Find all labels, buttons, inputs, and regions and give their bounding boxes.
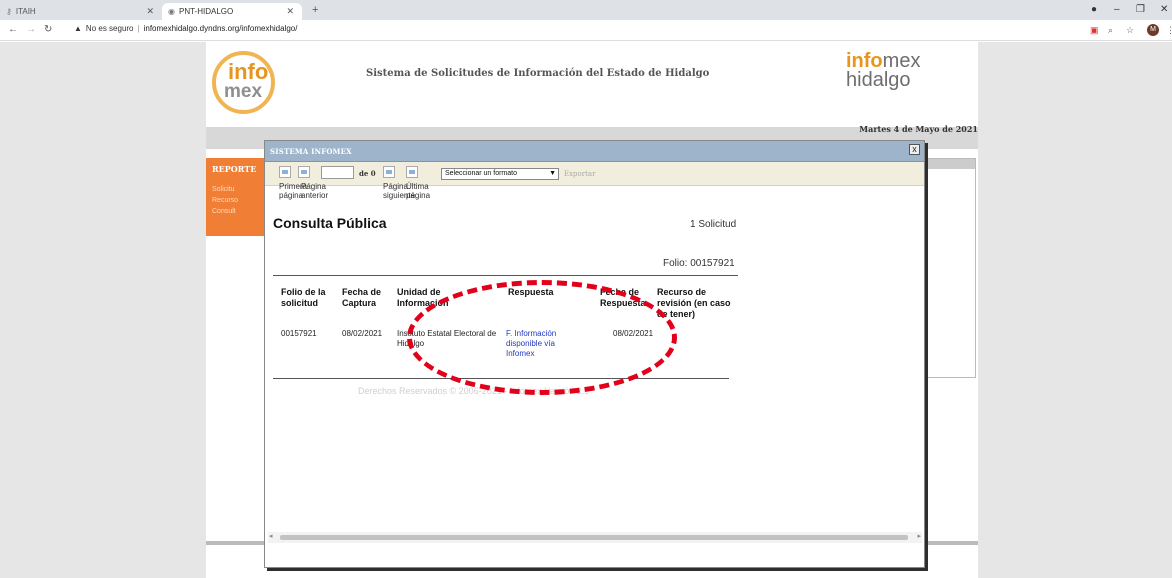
column-header-unidad: Unidad de Información xyxy=(397,287,449,308)
format-select[interactable]: Seleccionar un formato ▼ xyxy=(441,168,559,180)
warning-icon: ▲ xyxy=(74,24,82,33)
scrollbar-thumb[interactable] xyxy=(280,535,908,540)
report-folio: Folio: 00157921 xyxy=(663,258,735,269)
page-total-label: de 0 xyxy=(359,169,376,178)
first-page-icon[interactable] xyxy=(279,166,291,178)
horizontal-scrollbar[interactable]: ◂ ▸ xyxy=(268,532,922,543)
logo-text-info: info xyxy=(228,59,269,84)
close-window-icon[interactable]: ✕ xyxy=(1160,4,1168,15)
column-header-fecha-captura: Fecha de Captura xyxy=(342,287,382,308)
report-toolbar: de 0 Seleccionar un formato ▼ Exportar xyxy=(265,162,924,186)
infomex-hidalgo-logo: infomex hidalgo xyxy=(846,51,920,91)
scroll-left-icon[interactable]: ◂ xyxy=(269,532,273,540)
reload-icon[interactable]: ↻ xyxy=(44,24,52,35)
footer-divider xyxy=(273,378,729,379)
sidebar-header: REPORTE xyxy=(212,164,257,174)
report-title: Consulta Pública xyxy=(273,215,387,231)
zoom-icon[interactable]: ⌕ xyxy=(1108,25,1113,36)
logo-text-mex: mex xyxy=(224,81,263,102)
browser-tab-bar: ⚷ ITAIH ✕ ◉ PNT-HIDALGO ✕ + ● – ❐ ✕ xyxy=(0,0,1172,20)
sidebar-item-recursos[interactable]: Recurso xyxy=(212,197,238,204)
profile-avatar[interactable]: M xyxy=(1147,24,1159,36)
star-icon[interactable]: ☆ xyxy=(1126,25,1134,36)
back-icon[interactable]: ← xyxy=(8,24,18,35)
tab-label: PNT-HIDALGO xyxy=(178,7,234,16)
translate-icon[interactable]: ▣ xyxy=(1090,25,1099,36)
report-footer: Derechos Reservados © 2006-2021 - Infome… xyxy=(358,386,590,396)
export-link[interactable]: Exportar xyxy=(564,170,595,178)
restore-icon[interactable]: ❐ xyxy=(1136,4,1145,15)
header-divider xyxy=(273,275,738,276)
close-tab-icon[interactable]: ✕ xyxy=(286,6,294,17)
site-title: Sistema de Solicitudes de Información de… xyxy=(366,68,710,79)
chevron-down-icon: ▼ xyxy=(549,170,556,177)
minimize-icon[interactable]: – xyxy=(1114,4,1120,15)
key-icon: ⚷ xyxy=(6,7,12,16)
prev-page-icon[interactable] xyxy=(298,166,310,178)
forward-icon[interactable]: → xyxy=(26,24,36,35)
url-text: infomexhidalgo.dyndns.org/infomexhidalgo… xyxy=(143,24,298,33)
report-modal: SISTEMA INFOMEX x de 0 Seleccionar un fo… xyxy=(264,140,925,568)
tab-label: ITAIH xyxy=(15,7,36,16)
column-header-fecha-respuesta: Fecha de Respuesta xyxy=(600,287,646,308)
security-label: No es seguro xyxy=(85,24,134,33)
address-bar: ← → ↻ ▲ No es seguro | infomexhidalgo.dy… xyxy=(0,20,1172,41)
browser-tab-pnt-hidalgo[interactable]: ◉ PNT-HIDALGO ✕ xyxy=(162,3,302,20)
modal-title: SISTEMA INFOMEX xyxy=(270,147,352,156)
scroll-right-icon[interactable]: ▸ xyxy=(917,532,921,540)
cell-unidad: Instituto Estatal Electoral de Hidalgo xyxy=(397,329,497,348)
close-tab-icon[interactable]: ✕ xyxy=(146,6,154,17)
browser-tab-itaih[interactable]: ⚷ ITAIH ✕ xyxy=(0,3,162,20)
column-header-respuesta: Respuesta xyxy=(508,287,554,297)
menu-icon[interactable]: ⋮ xyxy=(1166,25,1172,36)
cell-folio: 00157921 xyxy=(281,329,317,338)
sidebar-item-solicitudes[interactable]: Solicitu xyxy=(212,186,235,193)
response-link[interactable]: F. Información disponible vía Infomex xyxy=(506,329,582,359)
sidebar-menu: REPORTE Solicitu Recurso Consult xyxy=(206,158,266,236)
current-date: Martes 4 de Mayo de 2021 xyxy=(859,124,978,134)
modal-titlebar: SISTEMA INFOMEX x xyxy=(265,141,924,162)
url-field[interactable]: ▲ No es seguro | infomexhidalgo.dyndns.o… xyxy=(74,24,297,33)
format-select-value: Seleccionar un formato xyxy=(445,170,517,177)
globe-icon: ◉ xyxy=(168,7,175,16)
last-page-alt[interactable]: Última página xyxy=(406,182,440,200)
cell-fecha-respuesta: 08/02/2021 xyxy=(613,329,654,338)
close-modal-button[interactable]: x xyxy=(909,144,920,155)
infomex-logo: info mex xyxy=(212,51,275,114)
url-separator: | xyxy=(137,24,140,33)
column-header-recurso: Recurso de revisión (en caso de tener) xyxy=(657,287,731,319)
column-header-folio: Folio de la solicitud xyxy=(281,287,326,308)
last-page-icon[interactable] xyxy=(406,166,418,178)
logo-hidalgo: hidalgo xyxy=(846,69,911,91)
prev-page-alt[interactable]: Página anterior xyxy=(301,182,335,200)
sidebar-item-consulta[interactable]: Consult xyxy=(212,208,236,215)
new-tab-icon[interactable]: + xyxy=(312,4,318,16)
record-icon[interactable]: ● xyxy=(1091,4,1097,15)
cell-fecha-captura: 08/02/2021 xyxy=(342,329,383,338)
request-count: 1 Solicitud xyxy=(690,219,737,230)
page-number-input[interactable] xyxy=(321,166,354,179)
next-page-icon[interactable] xyxy=(383,166,395,178)
